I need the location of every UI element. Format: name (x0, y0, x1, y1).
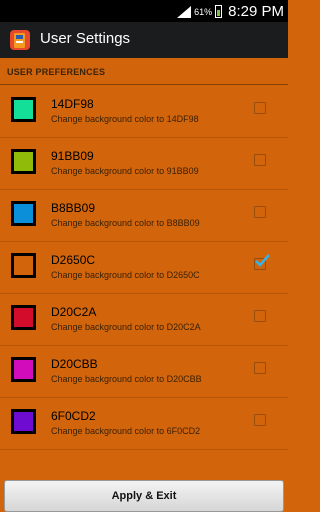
color-option-checkbox[interactable] (254, 362, 266, 374)
battery-icon (215, 5, 223, 18)
color-option-title: 6F0CD2 (51, 409, 96, 423)
action-bar: User Settings (0, 22, 288, 58)
color-option-title: 14DF98 (51, 97, 94, 111)
color-option-description: Change background color to 6F0CD2 (51, 426, 201, 436)
clock: 8:29 PM (228, 3, 284, 20)
battery-percent: 61% (194, 6, 213, 17)
color-option-description: Change background color to D20C2A (51, 322, 201, 332)
color-option-row[interactable]: 6F0CD2 Change background color to 6F0CD2 (0, 397, 288, 450)
color-swatch (11, 201, 36, 226)
color-option-description: Change background color to 91BB09 (51, 166, 199, 176)
section-header-label: USER PREFERENCES (7, 67, 106, 77)
status-icons: 61% 8:29 PM (177, 3, 284, 20)
app-icon[interactable] (9, 29, 31, 51)
status-bar: 61% 8:29 PM (0, 0, 288, 22)
color-option-checkbox[interactable] (254, 414, 266, 426)
color-option-title: D20CBB (51, 357, 98, 371)
section-header: USER PREFERENCES (0, 60, 288, 85)
color-option-row[interactable]: D20CBB Change background color to D20CBB (0, 345, 288, 398)
color-option-description: Change background color to B8BB09 (51, 218, 200, 228)
checkmark-icon (255, 254, 270, 267)
color-option-description: Change background color to D2650C (51, 270, 200, 280)
color-swatch (11, 149, 36, 174)
signal-icon (177, 5, 192, 18)
page-title: User Settings (40, 30, 131, 47)
apply-exit-button[interactable]: Apply & Exit (4, 480, 284, 512)
color-swatch (11, 305, 36, 330)
color-option-checkbox[interactable] (254, 254, 270, 270)
color-option-title: D2650C (51, 253, 96, 267)
color-option-row[interactable]: D2650C Change background color to D2650C (0, 241, 288, 294)
color-swatch (11, 409, 36, 434)
color-option-title: D20C2A (51, 305, 97, 319)
color-swatch (11, 357, 36, 382)
color-option-checkbox[interactable] (254, 102, 266, 114)
color-option-description: Change background color to D20CBB (51, 374, 202, 384)
color-option-checkbox[interactable] (254, 206, 266, 218)
color-swatch (11, 253, 36, 278)
color-option-title: 91BB09 (51, 149, 94, 163)
color-option-row[interactable]: 14DF98 Change background color to 14DF98 (0, 85, 288, 138)
color-option-row[interactable]: 91BB09 Change background color to 91BB09 (0, 137, 288, 190)
color-option-title: B8BB09 (51, 201, 96, 215)
color-option-checkbox[interactable] (254, 154, 266, 166)
color-swatch (11, 97, 36, 122)
color-option-row[interactable]: D20C2A Change background color to D20C2A (0, 293, 288, 346)
color-option-row[interactable]: B8BB09 Change background color to B8BB09 (0, 189, 288, 242)
color-option-checkbox[interactable] (254, 310, 266, 322)
color-option-description: Change background color to 14DF98 (51, 114, 199, 124)
